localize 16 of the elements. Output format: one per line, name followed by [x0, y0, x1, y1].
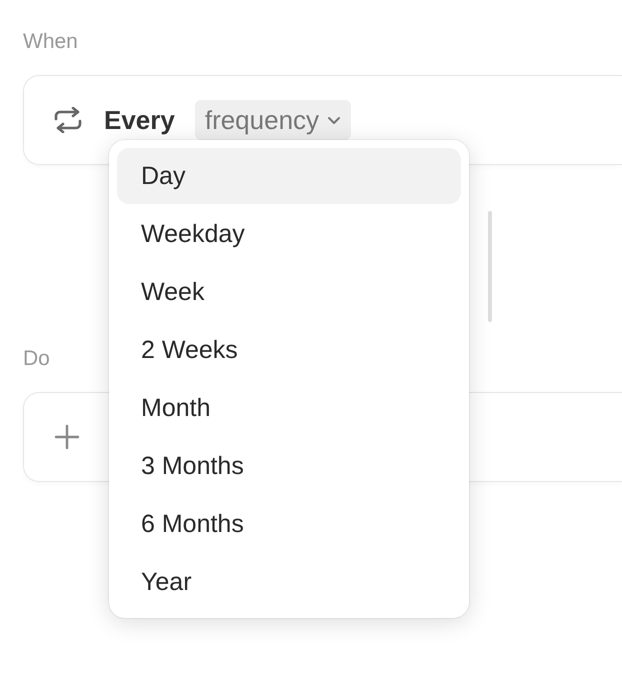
menu-item[interactable]: 2 Weeks — [117, 322, 461, 378]
section-label: Do — [23, 347, 50, 372]
menu-item[interactable]: Weekday — [117, 206, 461, 262]
every-label: Every — [104, 104, 175, 136]
menu-item[interactable]: Year — [117, 554, 461, 610]
plus-icon[interactable] — [54, 424, 80, 450]
frequency-dropdown[interactable]: frequency — [194, 100, 352, 140]
menu-item[interactable]: Month — [117, 380, 461, 436]
section-label: When — [23, 30, 78, 55]
scrollbar[interactable] — [488, 211, 492, 322]
menu-item[interactable]: Week — [117, 264, 461, 320]
menu-item[interactable]: 6 Months — [117, 496, 461, 552]
chevron-down-icon — [327, 116, 342, 124]
menu-item[interactable]: Day — [117, 148, 461, 204]
repeat-icon — [53, 107, 83, 133]
menu-item[interactable]: 3 Months — [117, 438, 461, 494]
